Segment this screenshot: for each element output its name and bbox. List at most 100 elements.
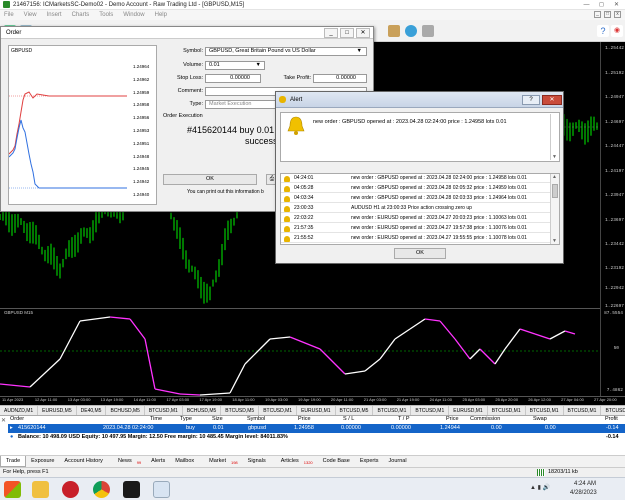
col-order[interactable]: Order [10,416,24,422]
chart-tab[interactable]: EURUSD,M1 [449,406,488,415]
chart-tab[interactable]: BTCUSD,M5 [336,406,374,415]
alert-close-button[interactable]: ✕ [542,95,562,105]
menu-help[interactable]: Help [155,12,167,18]
close-button[interactable]: ✕ [610,1,623,9]
tab-journal[interactable]: Journal [384,456,412,467]
order-dialog-maximize[interactable]: □ [340,28,354,38]
chart-tab[interactable]: BTCUSD,M5 [221,406,260,415]
menu-window[interactable]: Window [123,12,144,18]
tab-experts[interactable]: Experts [355,456,384,467]
table-row[interactable]: ▸ 415620144 2023.04.28 02:24:00 buy 0.01… [8,424,625,433]
tab-code-base[interactable]: Code Base [318,456,355,467]
chart-tab[interactable]: BTCUSD,M1 [373,406,412,415]
chart-tab[interactable]: BTCUSD,M1 [411,406,450,415]
symbol-select[interactable]: GBPUSD, Great Britain Pound vs US Dollar… [205,47,367,56]
tab-news[interactable]: News 99 [108,456,146,467]
list-item[interactable]: 04:03:34 new order : GBPUSD opened at : 2… [281,194,551,203]
col-size[interactable]: Size [212,416,223,422]
chevron-down-icon: ▼ [255,62,261,68]
volume-field[interactable]: 0.01 ▼ [205,61,265,70]
menu-file[interactable]: File [4,12,14,18]
menu-view[interactable]: View [24,12,37,18]
chart-tab[interactable]: DE40,M5 [77,406,107,415]
tab-signals[interactable]: Signals [243,456,271,467]
chart-tab[interactable]: BCHUSD,M5 [183,406,222,415]
col-price2[interactable]: Price [446,416,459,422]
chart-restore-button[interactable]: □ [604,11,611,18]
col-swap[interactable]: Swap [533,416,547,422]
price-scale[interactable]: 1.25442 1.25192 1.24947 1.24697 1.24447 1.241… [600,42,625,398]
stoploss-field[interactable]: 0.00000 [205,74,261,83]
scroll-thumb[interactable] [552,184,558,198]
list-item[interactable]: 21:55:52 new order : EURUSD opened at : 2… [281,234,551,243]
order-dialog-close[interactable]: ✕ [356,28,370,38]
symbol-select-value: GBPUSD, Great Britain Pound vs US Dollar [209,48,316,54]
chart-tab[interactable]: BTCUSD,M1 [564,406,602,415]
tab-trade[interactable]: Trade [0,456,27,467]
search-icon[interactable]: ◉ [611,25,623,37]
list-item[interactable]: 04:24:01 new order : GBPUSD opened at : 2… [281,174,551,183]
tray-icons[interactable]: ▲ ▮ 🔊 [530,484,550,491]
start-icon[interactable] [4,481,21,498]
col-time[interactable]: Time [150,416,162,422]
col-sl[interactable]: S / L [343,416,354,422]
chart-tab[interactable]: BTCUSD,M1 [145,406,183,415]
scroll-down-icon[interactable]: ▼ [552,238,557,244]
indicator-segment [154,388,181,395]
chart-tab[interactable]: AUDNZD,M1 [0,406,39,415]
chart-tab[interactable]: BCHUSD,M5 [106,406,145,415]
alert-text: new order : EURUSD opened at : 2023.04.2… [351,225,527,231]
alert-ok-button[interactable]: OK [394,248,446,259]
col-profit[interactable]: Profit [605,416,618,422]
explorer-icon[interactable] [32,481,49,498]
scroll-up-icon[interactable]: ▲ [552,174,557,180]
tab-articles[interactable]: Articles 1320 [271,456,318,467]
col-commission[interactable]: Commission [470,416,500,422]
app-running-icon[interactable] [153,481,170,498]
chart-tab[interactable]: BTCUSD,M1 [526,406,564,415]
tab-alerts[interactable]: Alerts [146,456,170,467]
chart-close-button[interactable]: x [614,11,621,18]
maximize-button[interactable]: ◻ [595,1,608,9]
list-item[interactable]: 04:05:28 new order : GBPUSD opened at : 2… [281,184,551,193]
list-item[interactable]: 22:03:22 new order : EURUSD opened at : 2… [281,214,551,223]
terminal-close-icon[interactable]: ✕ [1,417,6,424]
menu-insert[interactable]: Insert [47,12,62,18]
menu-tools[interactable]: Tools [99,12,113,18]
help-icon[interactable]: ? [597,25,609,37]
tab-market[interactable]: Market 198 [199,456,243,467]
menu-charts[interactable]: Charts [72,12,90,18]
tab-exposure[interactable]: Exposure [26,456,59,467]
options-icon[interactable] [422,25,434,37]
col-tp[interactable]: T / P [398,416,410,422]
tab-mailbox[interactable]: Mailbox [170,456,199,467]
tab-account-history[interactable]: Account History [59,456,108,467]
takeprofit-field[interactable]: 0.00000 [313,74,367,83]
ok-button[interactable]: OK [163,174,257,185]
metatrader-icon[interactable] [123,481,140,498]
autotrading-icon[interactable] [405,25,417,37]
clock-date[interactable]: 4/28/2023 [570,490,597,496]
col-symbol[interactable]: Symbol [247,416,265,422]
alert-help-button[interactable]: ? [522,95,540,105]
list-item[interactable]: 23:00:33 AUDUSD H1 at 23:00:33 Price acti… [281,204,551,213]
order-dialog-minimize[interactable]: _ [324,28,338,38]
chart-tab[interactable]: EURUSD,M1 [297,406,336,415]
menu-bar: File View Insert Charts Tools Window Hel… [0,10,625,20]
chart-tab[interactable]: BTCUSD,M1 [488,406,526,415]
minimize-button[interactable]: — [580,1,593,9]
indicator-pane[interactable] [0,308,600,396]
chart-tab[interactable]: EURUSD,M5 [38,406,77,415]
market-watch-icon[interactable] [388,25,400,37]
chart-tab[interactable]: BTCUSD,M1 [601,406,625,415]
clock-time[interactable]: 4:24 AM [574,481,596,487]
app-red-icon[interactable] [62,481,79,498]
chrome-icon[interactable] [93,481,110,498]
alert-list-scrollbar[interactable]: ▲ ▼ [550,174,559,244]
col-type[interactable]: Type [180,416,192,422]
col-price[interactable]: Price [298,416,311,422]
chart-tab[interactable]: BTCUSD,M1 [259,406,298,415]
alert-message-scrollbar[interactable]: ▼ [550,114,558,160]
list-item[interactable]: 21:57:35 new order : EURUSD opened at : 2… [281,224,551,233]
chart-minimize-button[interactable]: _ [594,11,601,18]
